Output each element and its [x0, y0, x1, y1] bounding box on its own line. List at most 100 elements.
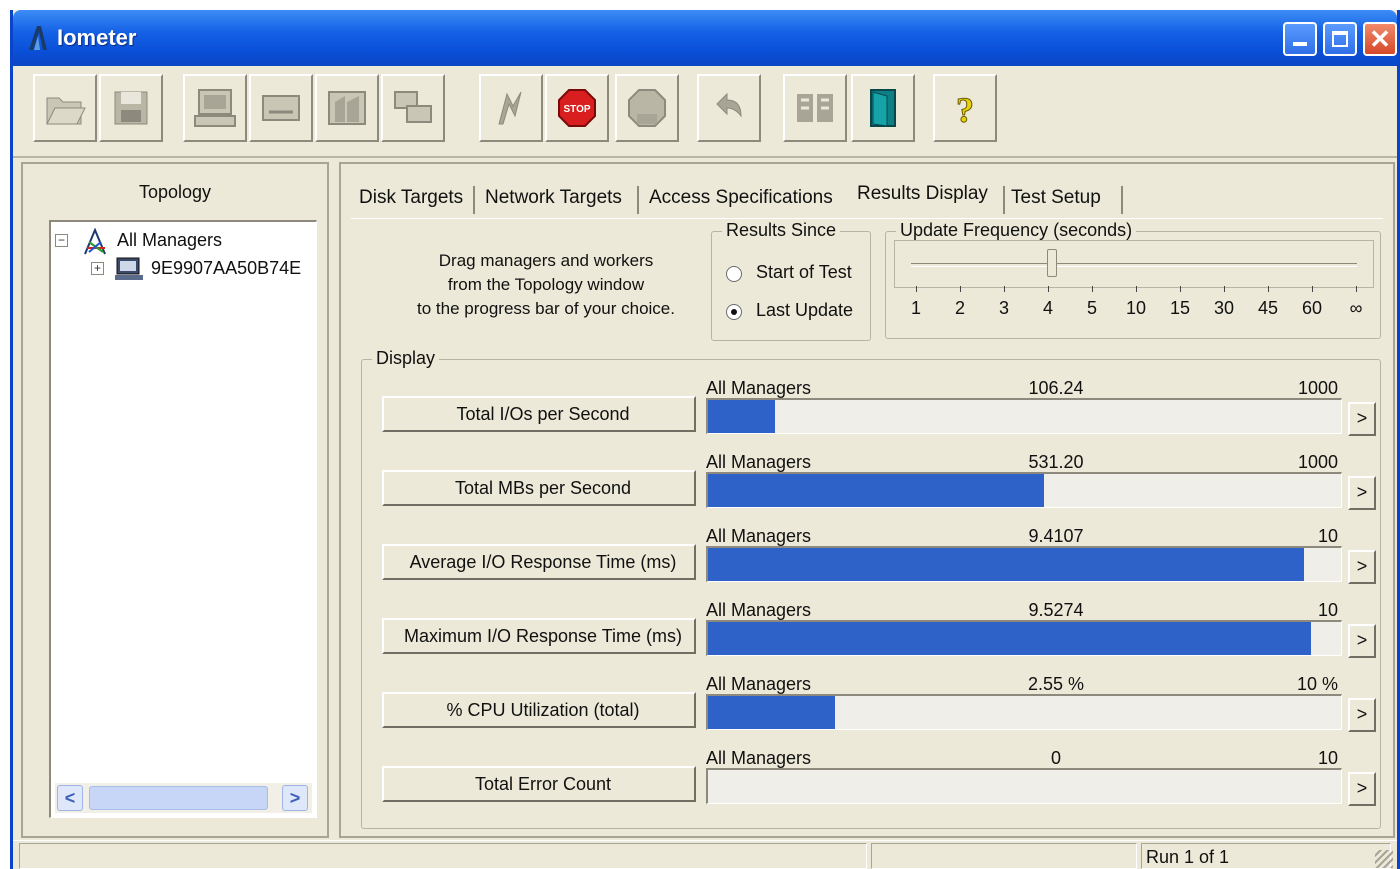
collapse-toggle[interactable]: −: [55, 234, 68, 247]
tab-separator: [1121, 186, 1123, 214]
reset-workers-button[interactable]: [697, 74, 761, 142]
tab-network-targets[interactable]: Network Targets: [481, 182, 626, 216]
tab-disk-targets[interactable]: Disk Targets: [355, 182, 467, 216]
metric-more-button[interactable]: >: [1348, 698, 1376, 732]
maximize-button[interactable]: [1323, 22, 1357, 56]
close-button[interactable]: ✕: [1363, 22, 1397, 56]
save-config-button[interactable]: [99, 74, 163, 142]
minimize-button[interactable]: [1283, 22, 1317, 56]
last-update-label[interactable]: Last Update: [756, 300, 853, 321]
tab-access-specifications[interactable]: Access Specifications: [645, 182, 837, 216]
slider-tick: [1312, 286, 1313, 292]
frequency-slider[interactable]: [894, 240, 1374, 288]
slider-tick-label: ∞: [1349, 298, 1363, 318]
question-mark-icon: ?: [956, 90, 975, 131]
minimize-icon: [1293, 42, 1307, 46]
disconnect-button[interactable]: [783, 74, 847, 142]
metric-source: All Managers: [706, 452, 812, 472]
metric-more-button[interactable]: >: [1348, 624, 1376, 658]
metric-source: All Managers: [706, 378, 812, 398]
tab-separator: [473, 186, 475, 214]
stop-sign-icon: STOP: [558, 89, 596, 127]
metric-select-button[interactable]: % CPU Utilization (total): [382, 692, 696, 728]
scroll-left-button[interactable]: <: [57, 785, 83, 811]
computer-manager-icon: [115, 257, 143, 280]
metric-select-button[interactable]: Total I/Os per Second: [382, 396, 696, 432]
slider-tick: [1268, 286, 1269, 292]
results-since-label: Results Since: [722, 220, 841, 241]
last-update-radio[interactable]: [726, 304, 742, 320]
run-status: Run 1 of 1: [1146, 847, 1230, 867]
slider-tick: [1092, 286, 1093, 292]
metric-more-button[interactable]: >: [1348, 772, 1376, 806]
metric-more-button[interactable]: >: [1348, 550, 1376, 584]
resize-grip[interactable]: [1375, 850, 1393, 868]
stop-all-icon: [628, 89, 666, 127]
slider-tick-label: 15: [1169, 298, 1191, 318]
metric-select-button[interactable]: Total Error Count: [382, 766, 696, 802]
metric-meta: All Managers 9.4107 10: [706, 526, 1342, 548]
slider-thumb[interactable]: [1047, 249, 1057, 277]
toolbar: STOP ?: [13, 66, 1397, 158]
slider-track: [911, 263, 1357, 267]
tree-horizontal-scrollbar[interactable]: < >: [55, 783, 312, 813]
scroll-thumb[interactable]: [89, 786, 268, 810]
stop-test-button[interactable]: STOP: [545, 74, 609, 142]
status-cell-run: Run 1 of 1: [1141, 843, 1391, 869]
instruction-line: to the progress bar of your choice.: [417, 299, 675, 318]
metric-progress-fill: [708, 400, 776, 433]
metric-progress-fill: [708, 548, 1304, 581]
expand-toggle[interactable]: +: [91, 262, 104, 275]
metric-meta: All Managers 2.55 % 10 %: [706, 674, 1342, 696]
slider-tick: [1180, 286, 1181, 292]
metric-more-button[interactable]: >: [1348, 402, 1376, 436]
stop-all-button[interactable]: [615, 74, 679, 142]
metric-select-button[interactable]: Average I/O Response Time (ms): [382, 544, 696, 580]
new-manager-button[interactable]: [381, 74, 445, 142]
slider-tick-label: 45: [1257, 298, 1279, 318]
instruction-line: Drag managers and workers: [438, 251, 654, 270]
start-tests-button[interactable]: [479, 74, 543, 142]
status-bar: Run 1 of 1: [13, 840, 1397, 869]
exit-button[interactable]: [851, 74, 915, 142]
start-network-worker-button[interactable]: [249, 74, 313, 142]
metric-progress-bar[interactable]: [706, 398, 1342, 434]
metric-max: 10: [1317, 526, 1338, 546]
metric-progress-bar[interactable]: [706, 472, 1342, 508]
start-of-test-radio[interactable]: [726, 266, 742, 282]
slider-tick: [1224, 286, 1225, 292]
metric-select-button[interactable]: Maximum I/O Response Time (ms): [382, 618, 696, 654]
update-frequency-label: Update Frequency (seconds): [896, 220, 1137, 241]
iometer-app-icon: [29, 26, 47, 50]
metric-source: All Managers: [706, 674, 812, 694]
window-title: Iometer: [57, 25, 137, 50]
metric-progress-bar[interactable]: [706, 546, 1342, 582]
slider-tick-label: 3: [998, 298, 1009, 318]
scroll-right-button[interactable]: >: [282, 785, 308, 811]
about-button[interactable]: ?: [933, 74, 997, 142]
start-disk-worker-button[interactable]: [183, 74, 247, 142]
title-bar[interactable]: Iometer ✕: [13, 10, 1397, 66]
drag-instructions: Drag managers and workers from the Topol…: [381, 249, 711, 321]
tab-results-display[interactable]: Results Display: [853, 178, 992, 212]
metric-max: 10: [1317, 748, 1338, 768]
metric-progress-bar[interactable]: [706, 768, 1342, 804]
metric-select-button[interactable]: Total MBs per Second: [382, 470, 696, 506]
tree-item-label: 9E9907AA50B74E: [151, 258, 302, 278]
slider-tick-label: 60: [1301, 298, 1323, 318]
results-pane: Disk Targets Network Targets Access Spec…: [339, 162, 1395, 838]
display-label: Display: [372, 348, 440, 369]
metric-source: All Managers: [706, 748, 812, 768]
open-config-button[interactable]: [33, 74, 97, 142]
topology-tree[interactable]: − All Managers + 9E9907AA50B74E < >: [49, 220, 317, 818]
metric-more-button[interactable]: >: [1348, 476, 1376, 510]
metric-value: 0: [1050, 748, 1061, 768]
status-cell-main: [19, 843, 867, 869]
metric-progress-bar[interactable]: [706, 620, 1342, 656]
metric-progress-bar[interactable]: [706, 694, 1342, 730]
stop-sign-label: STOP: [563, 104, 590, 115]
metric-meta: All Managers 0 10: [706, 748, 1342, 770]
duplicate-worker-button[interactable]: [315, 74, 379, 142]
tab-test-setup[interactable]: Test Setup: [1007, 182, 1105, 216]
start-of-test-label[interactable]: Start of Test: [756, 262, 852, 283]
